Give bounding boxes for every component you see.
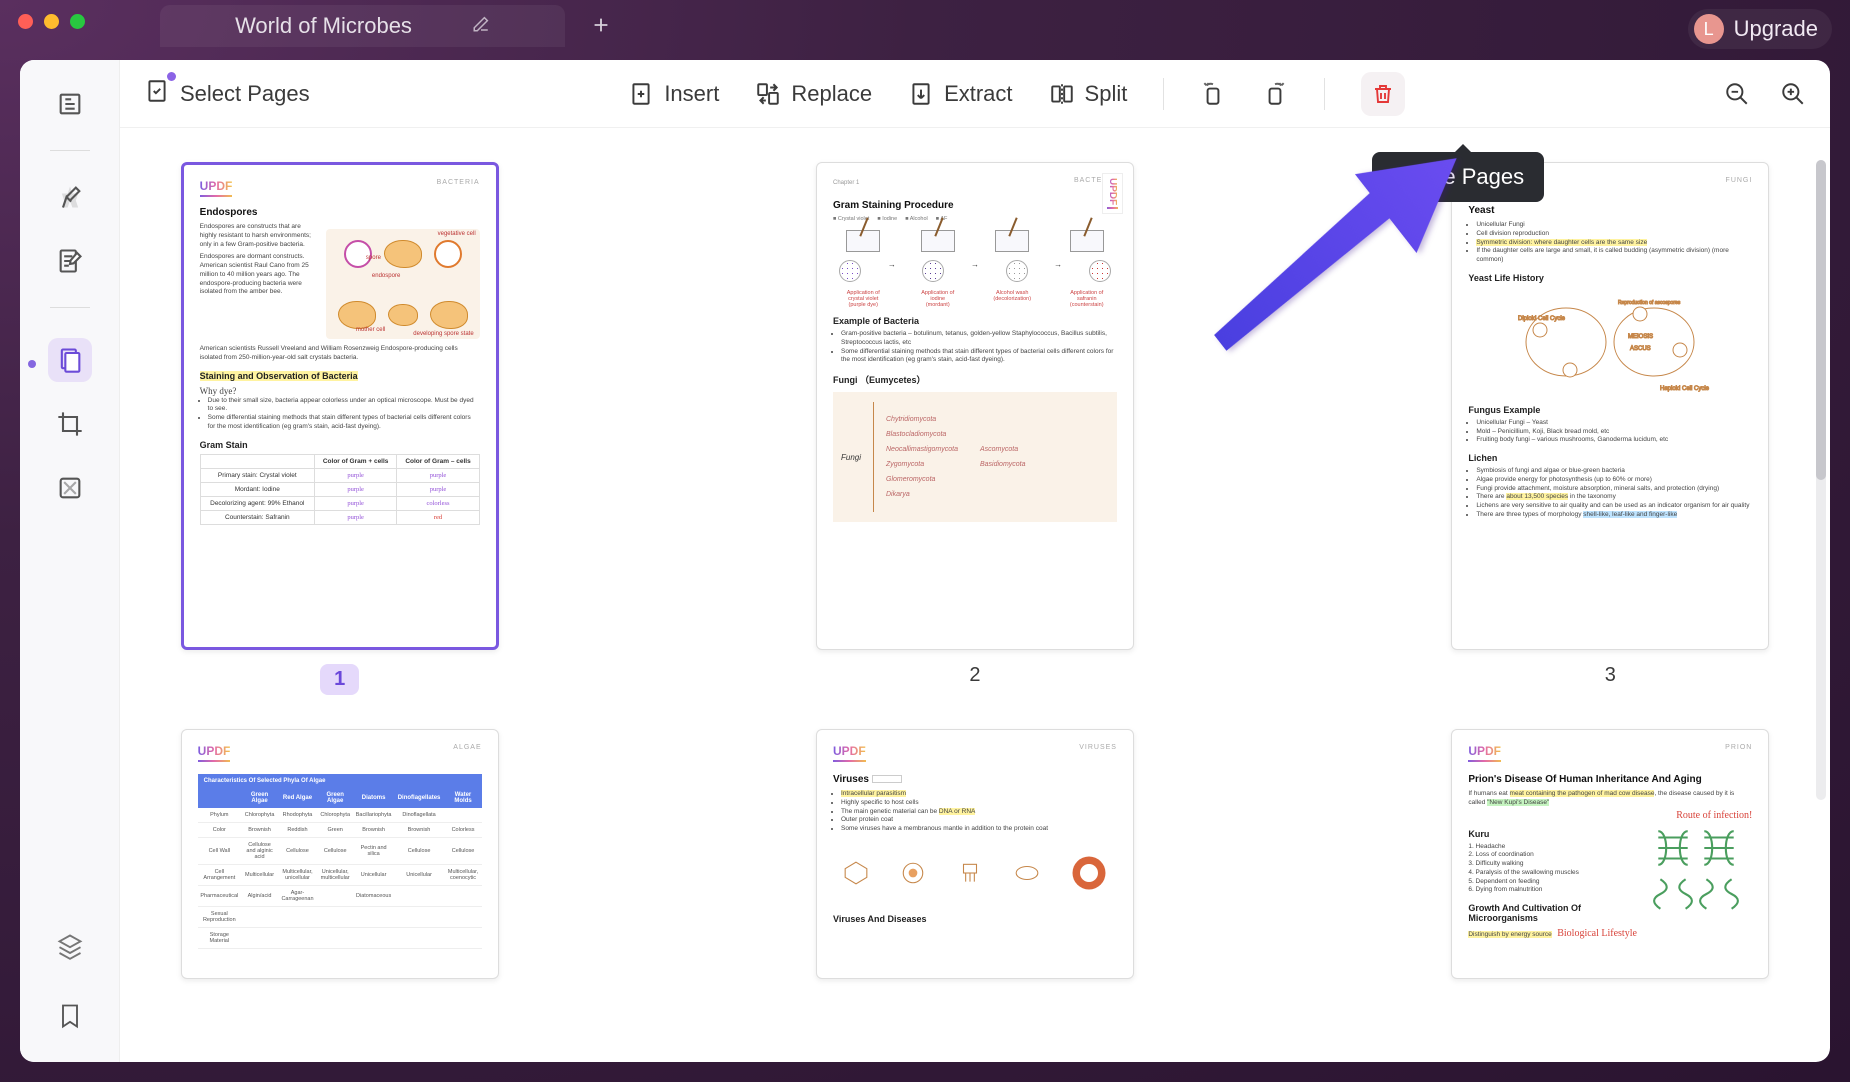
svg-text:Haploid Cell Cycle: Haploid Cell Cycle [1660, 386, 1710, 392]
layers-button[interactable] [48, 924, 92, 968]
organize-pages-button[interactable] [48, 338, 92, 382]
new-tab-button[interactable] [590, 12, 612, 43]
page-preview: UPDF PRION Prion's Disease Of Human Inhe… [1451, 729, 1769, 979]
bookmark-button[interactable] [48, 994, 92, 1038]
page-toolbar: Select Pages Insert Replace Extract Spli… [120, 60, 1830, 128]
page-preview: UPDF VIRUSES Viruses Intracellular paras… [816, 729, 1134, 979]
active-indicator [28, 360, 36, 368]
select-pages-label: Select Pages [180, 81, 310, 107]
page-preview: UPDF BACTERIA Endospores Endospores are … [181, 162, 499, 650]
replace-label: Replace [791, 81, 872, 107]
avatar: L [1694, 14, 1724, 44]
select-pages-button[interactable]: Select Pages [144, 78, 310, 110]
window-close-button[interactable] [18, 14, 33, 29]
svg-text:ASCUS: ASCUS [1630, 346, 1651, 352]
page-category: PRION [1725, 744, 1752, 751]
svg-text:Diploid Cell Cycle: Diploid Cell Cycle [1518, 316, 1566, 322]
watermark-tool-button[interactable] [48, 466, 92, 510]
crop-tool-button[interactable] [48, 402, 92, 446]
replace-button[interactable]: Replace [755, 81, 872, 107]
page-grid: UPDF BACTERIA Endospores Endospores are … [120, 128, 1830, 1062]
page-thumb-2[interactable]: UPDF Chapter 1 BACTERIA Gram Staining Pr… [816, 162, 1134, 695]
sidebar-divider [50, 150, 90, 151]
page-category: ALGAE [453, 744, 481, 751]
gram-stain-table: Color of Gram + cellsColor of Gram – cel… [200, 454, 480, 525]
page-thumb-4[interactable]: UPDF ALGAE Characteristics Of Selected P… [181, 729, 499, 979]
rotate-right-button[interactable] [1262, 81, 1288, 107]
rename-icon[interactable] [472, 15, 490, 38]
separator [1163, 78, 1164, 110]
window-minimize-button[interactable] [44, 14, 59, 29]
heading-endospores: Endospores [200, 207, 480, 218]
page-preview: UPDF ALGAE Characteristics Of Selected P… [181, 729, 499, 979]
page-number: 3 [1605, 664, 1616, 687]
page-number: 2 [969, 664, 980, 687]
updf-logo: UPDF [200, 179, 233, 197]
scrollbar[interactable] [1816, 160, 1826, 800]
rotate-left-button[interactable] [1200, 81, 1226, 107]
delete-pages-button[interactable] [1361, 72, 1405, 116]
page-thumb-6[interactable]: UPDF PRION Prion's Disease Of Human Inhe… [1451, 729, 1769, 979]
svg-text:MEIOSIS: MEIOSIS [1628, 334, 1653, 340]
traffic-lights [18, 14, 85, 29]
edit-tool-button[interactable] [48, 239, 92, 283]
split-button[interactable]: Split [1049, 81, 1128, 107]
page-thumb-3[interactable]: UPDF FUNGI Yeast Unicellular FungiCell d… [1451, 162, 1769, 695]
sidebar-divider [50, 307, 90, 308]
scroll-thumb[interactable] [1816, 160, 1826, 480]
document-tab[interactable]: World of Microbes [160, 5, 565, 47]
page-number: 1 [320, 664, 359, 695]
page-category: BACTERIA [437, 179, 480, 186]
algae-table: Characteristics Of Selected Phyla Of Alg… [198, 774, 482, 949]
insert-label: Insert [664, 81, 719, 107]
upgrade-label: Upgrade [1734, 16, 1818, 42]
page-preview: UPDF Chapter 1 BACTERIA Gram Staining Pr… [816, 162, 1134, 650]
tab-title: World of Microbes [235, 13, 412, 39]
split-label: Split [1085, 81, 1128, 107]
zoom-in-button[interactable] [1780, 81, 1806, 107]
sidebar [20, 60, 120, 1062]
account-area[interactable]: L Upgrade [1688, 9, 1832, 49]
page-category: VIRUSES [1079, 744, 1117, 751]
extract-label: Extract [944, 81, 1012, 107]
reader-mode-button[interactable] [48, 82, 92, 126]
page-thumb-1[interactable]: UPDF BACTERIA Endospores Endospores are … [181, 162, 499, 695]
extract-button[interactable]: Extract [908, 81, 1012, 107]
zoom-out-button[interactable] [1724, 81, 1750, 107]
page-category: FUNGI [1726, 177, 1753, 184]
titlebar: World of Microbes L Upgrade [0, 0, 1850, 42]
comment-tool-button[interactable] [48, 175, 92, 219]
content-area: Select Pages Insert Replace Extract Spli… [120, 60, 1830, 1062]
window-zoom-button[interactable] [70, 14, 85, 29]
insert-button[interactable]: Insert [628, 81, 719, 107]
main-window: Select Pages Insert Replace Extract Spli… [20, 60, 1830, 1062]
separator [1324, 78, 1325, 110]
page-preview: UPDF FUNGI Yeast Unicellular FungiCell d… [1451, 162, 1769, 650]
svg-text:Reproduction of ascospores: Reproduction of ascospores [1618, 300, 1681, 306]
page-thumb-5[interactable]: UPDF VIRUSES Viruses Intracellular paras… [816, 729, 1134, 979]
